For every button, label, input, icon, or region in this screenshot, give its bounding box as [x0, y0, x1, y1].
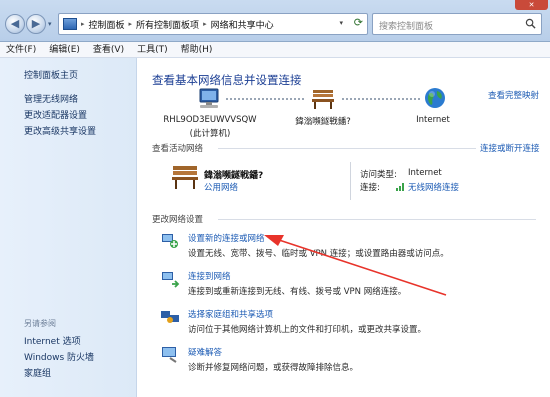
connect-network-icon — [162, 272, 180, 288]
sidebar-item-internet-options[interactable]: Internet 选项 — [24, 334, 81, 347]
breadcrumb-control-panel[interactable]: 控制面板 — [89, 18, 125, 31]
divider — [218, 219, 536, 220]
close-button[interactable]: ✕ — [515, 0, 548, 10]
menu-help[interactable]: 帮助(H) — [181, 42, 213, 57]
access-type-label: 访问类型: — [360, 170, 397, 180]
link-line — [226, 98, 304, 100]
globe-icon — [425, 88, 445, 108]
task-desc: 连接到或重新连接到无线、有线、拨号或 VPN 网络连接。 — [188, 287, 407, 297]
network-name-label[interactable]: 鍏滃嚬鐩戦鐇? — [278, 115, 368, 127]
sidebar-item-firewall[interactable]: Windows 防火墙 — [24, 350, 94, 363]
search-placeholder: 搜索控制面板 — [379, 22, 434, 32]
page-title: 查看基本网络信息并设置连接 — [152, 73, 302, 87]
address-dropdown-icon[interactable]: ▾ — [339, 19, 343, 27]
task-homegroup-sharing[interactable]: 选择家庭组和共享选项 — [188, 308, 273, 320]
sidebar-item-adapter-settings[interactable]: 更改适配器设置 — [24, 108, 87, 121]
breadcrumb-network-center[interactable]: 网络和共享中心 — [211, 18, 274, 31]
breadcrumb-all-items[interactable]: 所有控制面板项 — [136, 18, 199, 31]
back-button[interactable]: ◀ — [5, 14, 25, 34]
sidebar-item-manage-wireless[interactable]: 管理无线网络 — [24, 92, 78, 105]
bench-icon — [312, 90, 334, 109]
control-panel-icon — [63, 18, 77, 30]
menu-edit[interactable]: 编辑(E) — [49, 42, 80, 57]
forward-button[interactable]: ▶ — [26, 14, 46, 34]
change-settings-heading: 更改网络设置 — [152, 215, 204, 225]
computer-icon — [199, 88, 219, 108]
search-input[interactable]: 搜索控制面板 — [372, 13, 542, 35]
sidebar-item-advanced-sharing[interactable]: 更改高级共享设置 — [24, 124, 96, 137]
homegroup-icon — [161, 311, 179, 323]
task-setup-new-connection[interactable]: 设置新的连接或网络 — [188, 232, 265, 244]
wireless-connection-link[interactable]: 无线网络连接 — [408, 181, 459, 193]
divider — [350, 162, 351, 200]
see-also-heading: 另请参阅 — [24, 319, 56, 328]
signal-strength-icon — [396, 183, 404, 191]
access-type-value: Internet — [408, 168, 442, 178]
task-desc: 诊断并修复网络问题，或获得故障排除信息。 — [188, 363, 359, 373]
address-box[interactable]: ▸ 控制面板 ▸ 所有控制面板项 ▸ 网络和共享中心 ▾ ⟳ — [58, 13, 368, 35]
sidebar-item-control-panel-home[interactable]: 控制面板主页 — [24, 68, 78, 81]
menu-file[interactable]: 文件(F) — [6, 42, 36, 57]
task-desc: 访问位于其他网络计算机上的文件和打印机，或更改共享设置。 — [188, 325, 427, 335]
chevron-right-icon[interactable]: ▸ — [203, 20, 207, 28]
menu-bar: 文件(F) 编辑(E) 查看(V) 工具(T) 帮助(H) — [0, 42, 550, 58]
maximize-button[interactable] — [495, 0, 515, 9]
sidebar: 控制面板主页 管理无线网络 更改适配器设置 更改高级共享设置 另请参阅 Inte… — [0, 58, 137, 397]
computer-note: (此计算机) — [189, 129, 231, 139]
active-network-name: 鍏滃嚬鐩戦鐇? — [204, 171, 264, 181]
address-bar-area: ◀ ▶ ▾ ▸ 控制面板 ▸ 所有控制面板项 ▸ 网络和共享中心 ▾ ⟳ 搜索控… — [0, 0, 550, 42]
divider — [218, 148, 476, 149]
computer-name: RHL9OD3EUWVVSQW — [163, 115, 257, 125]
connect-disconnect-link[interactable]: 连接或断开连接 — [480, 142, 540, 154]
recent-pages-dropdown[interactable]: ▾ — [48, 20, 52, 28]
network-type-link[interactable]: 公用网络 — [204, 181, 238, 193]
link-line — [342, 98, 420, 100]
connections-label: 连接: — [360, 183, 380, 193]
chevron-right-icon[interactable]: ▸ — [129, 20, 133, 28]
sidebar-item-homegroup[interactable]: 家庭组 — [24, 366, 51, 379]
menu-view[interactable]: 查看(V) — [93, 42, 124, 57]
new-connection-icon — [162, 234, 178, 248]
minimize-button[interactable] — [475, 0, 495, 9]
troubleshoot-icon — [162, 347, 177, 363]
task-desc: 设置无线、宽带、拨号、临时或 VPN 连接；或设置路由器或访问点。 — [188, 249, 449, 259]
active-networks-heading: 查看活动网络 — [152, 144, 204, 154]
main-content: 查看基本网络信息并设置连接 查看完整映射 RHL9OD3EUWVVSQW (此计… — [138, 58, 550, 397]
search-icon[interactable] — [525, 18, 536, 29]
full-map-link[interactable]: 查看完整映射 — [488, 89, 539, 101]
bench-icon — [172, 166, 198, 189]
task-troubleshoot[interactable]: 疑难解答 — [188, 346, 222, 358]
close-icon: ✕ — [528, 1, 535, 9]
refresh-icon[interactable]: ⟳ — [354, 16, 363, 29]
internet-label[interactable]: Internet — [408, 115, 458, 125]
menu-tools[interactable]: 工具(T) — [137, 42, 168, 57]
chevron-right-icon[interactable]: ▸ — [81, 20, 85, 28]
task-connect-to-network[interactable]: 连接到网络 — [188, 270, 231, 282]
